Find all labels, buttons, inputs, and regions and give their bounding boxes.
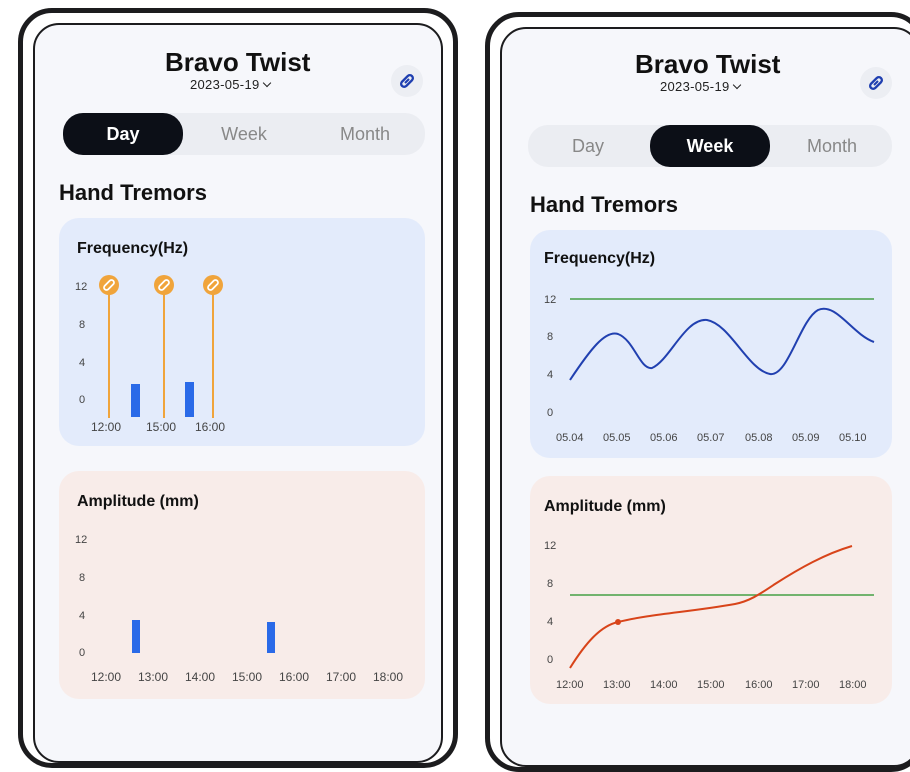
y-tick-label: 12	[75, 534, 87, 546]
link-icon	[399, 73, 415, 89]
phone-frame-day: Bravo Twist 2023-05-19 Day Week Month Ha…	[18, 8, 458, 768]
tab-day[interactable]: Day	[63, 113, 183, 155]
period-tabs: Day Week Month	[63, 113, 425, 155]
x-tick-label: 05.09	[792, 432, 820, 444]
tab-month[interactable]: Month	[305, 113, 425, 155]
x-tick-label: 12:00	[91, 670, 121, 684]
x-tick-label: 16:00	[745, 679, 773, 691]
x-tick-label: 16:00	[279, 670, 309, 684]
event-marker-icon	[154, 275, 174, 295]
date-label: 2023-05-19	[190, 77, 260, 92]
y-tick-label: 4	[547, 369, 553, 381]
x-tick-label: 18:00	[373, 670, 403, 684]
period-tabs: Day Week Month	[528, 125, 892, 167]
y-tick-label: 12	[544, 540, 556, 552]
y-tick-label: 0	[547, 654, 553, 666]
link-button[interactable]	[860, 67, 892, 99]
event-marker-icon	[203, 275, 223, 295]
link-icon	[868, 75, 884, 91]
amplitude-series-line	[569, 545, 853, 669]
device-title: Bravo Twist	[165, 47, 311, 77]
frequency-bar	[131, 384, 140, 417]
event-marker-icon	[99, 275, 119, 295]
y-tick-label: 0	[79, 394, 85, 406]
amplitude-card: Amplitude (mm) 12 8 4 0 12:00 13:00 14:0…	[530, 476, 892, 704]
x-tick-label: 13:00	[138, 670, 168, 684]
x-tick-label: 15:00	[232, 670, 262, 684]
y-tick-label: 0	[547, 407, 553, 419]
y-tick-label: 4	[547, 616, 553, 628]
x-tick-label: 05.06	[650, 432, 678, 444]
date-label: 2023-05-19	[660, 79, 730, 94]
amplitude-bar	[267, 622, 275, 653]
date-selector[interactable]: 2023-05-19	[190, 77, 271, 92]
y-tick-label: 8	[79, 319, 85, 331]
x-tick-label: 05.10	[839, 432, 867, 444]
y-tick-label: 8	[547, 578, 553, 590]
frequency-bar	[185, 382, 194, 417]
x-tick-label: 15:00	[146, 420, 176, 434]
x-tick-label: 12:00	[556, 679, 584, 691]
chevron-down-icon	[262, 78, 271, 88]
x-tick-label: 18:00	[839, 679, 867, 691]
frequency-card: Frequency(Hz) 12 8 4 0 12:00 15:00 16:00	[59, 218, 425, 446]
y-tick-label: 4	[79, 610, 85, 622]
y-tick-label: 8	[79, 572, 85, 584]
section-title: Hand Tremors	[59, 180, 207, 205]
x-tick-label: 05.07	[697, 432, 725, 444]
link-button[interactable]	[391, 65, 423, 97]
x-tick-label: 16:00	[195, 420, 225, 434]
x-tick-label: 17:00	[326, 670, 356, 684]
frequency-card: Frequency(Hz) 12 8 4 0 05.04 05.05 05.06…	[530, 230, 892, 458]
x-tick-label: 13:00	[603, 679, 631, 691]
y-tick-label: 12	[544, 294, 556, 306]
date-selector[interactable]: 2023-05-19	[660, 79, 741, 94]
tab-week[interactable]: Week	[650, 125, 770, 167]
phone-frame-week: Bravo Twist 2023-05-19 Day Week Month Ha…	[485, 12, 910, 772]
y-tick-label: 4	[79, 357, 85, 369]
frequency-line-chart: 12 8 4 0 05.04 05.05 05.06 05.07 05.08 0…	[544, 294, 875, 444]
x-tick-label: 12:00	[91, 420, 121, 434]
screen-day: Bravo Twist 2023-05-19 Day Week Month Ha…	[33, 23, 443, 763]
amplitude-chart: 12 8 4 0 12:00 13:00 14:00 15:00 16:00 1…	[75, 534, 403, 684]
x-tick-label: 14:00	[650, 679, 678, 691]
amplitude-bar	[132, 620, 140, 653]
x-tick-label: 15:00	[697, 679, 725, 691]
data-point-marker	[615, 619, 621, 625]
y-tick-label: 0	[79, 647, 85, 659]
frequency-series-line	[569, 307, 875, 381]
screen-week: Bravo Twist 2023-05-19 Day Week Month Ha…	[500, 27, 910, 767]
x-tick-label: 05.05	[603, 432, 631, 444]
amplitude-line-chart: 12 8 4 0 12:00 13:00 14:00 15:00 16:00 1…	[544, 540, 874, 691]
x-tick-label: 05.04	[556, 432, 584, 444]
y-tick-label: 12	[75, 281, 87, 293]
tab-month[interactable]: Month	[772, 125, 892, 167]
x-tick-label: 05.08	[745, 432, 773, 444]
section-title: Hand Tremors	[530, 192, 678, 217]
y-tick-label: 8	[547, 331, 553, 343]
chevron-down-icon	[732, 80, 741, 90]
x-tick-label: 17:00	[792, 679, 820, 691]
device-title: Bravo Twist	[635, 49, 781, 79]
amplitude-card: Amplitude (mm) 12 8 4 0 12:00 13:00 14:0…	[59, 471, 425, 699]
tab-day[interactable]: Day	[528, 125, 648, 167]
frequency-chart: 12 8 4 0 12:00 15:00 16:00	[75, 275, 225, 434]
tab-week[interactable]: Week	[184, 113, 304, 155]
x-tick-label: 14:00	[185, 670, 215, 684]
